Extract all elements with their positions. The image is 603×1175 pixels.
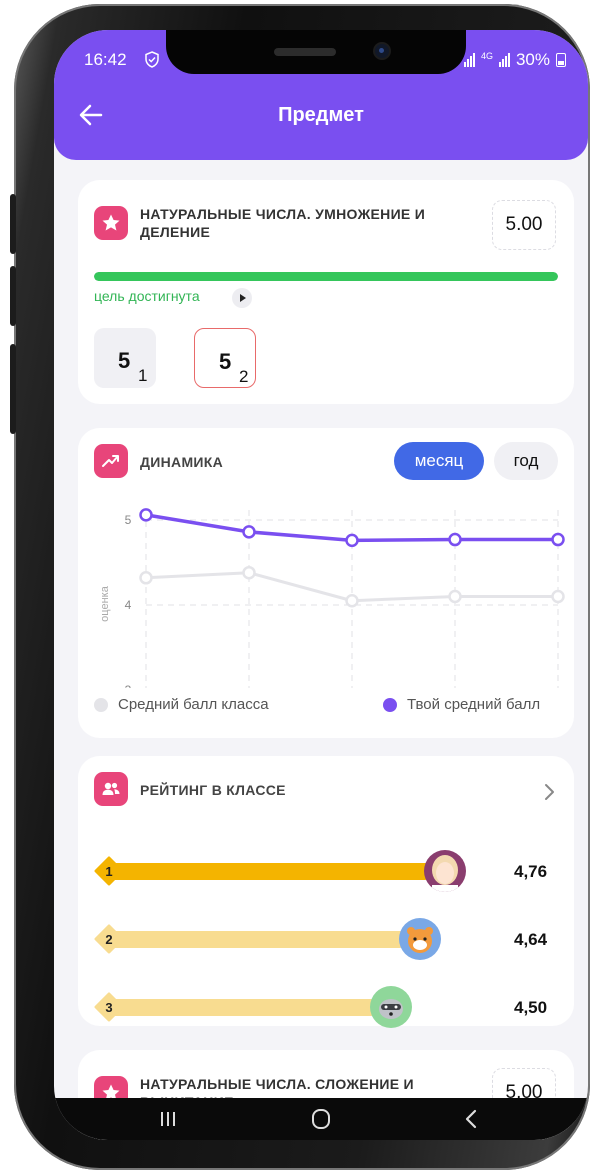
chart-y-label: оценка <box>99 585 111 622</box>
raccoon-avatar <box>370 986 412 1028</box>
screen: 16:42 4G 30% Предмет НАТУРАЛЬНЫЕ ЧИСЛА. … <box>54 30 588 1140</box>
chevron-right-icon[interactable] <box>542 782 556 802</box>
legend-dot-class <box>94 697 108 712</box>
chart-y-ticks: 3 4 5 <box>125 513 132 688</box>
camera <box>375 44 389 58</box>
rating-title: РЕЙТИНГ В КЛАССЕ <box>140 782 286 798</box>
rank-number: 2 <box>105 931 113 947</box>
signal-icon-2 <box>498 53 510 67</box>
status-icons: 4G 30% <box>463 50 566 70</box>
rank-number: 3 <box>105 999 113 1015</box>
rating-bar <box>104 931 404 948</box>
series-point-1 <box>448 589 462 604</box>
topic-card[interactable]: Натуральные числа. Умножение и деление 5… <box>78 180 574 404</box>
dynamics-chart: 345 18 сен25 сен2 окт9 окт16 окт оценка <box>99 508 565 688</box>
rating-score: 4,76 <box>514 862 548 881</box>
series-point-1 <box>345 594 359 608</box>
grade-chip[interactable]: 5 1 <box>94 328 156 388</box>
y-tick-label: 5 <box>125 513 132 527</box>
back-nav-icon[interactable] <box>452 1104 492 1134</box>
recent-apps-icon[interactable] <box>148 1104 188 1134</box>
volume-up-button <box>10 194 16 254</box>
rating-card[interactable]: РЕЙТИНГ В КЛАССЕ 1 4,76 2 4,64 3 4,50 <box>78 756 574 1028</box>
signal-icon <box>463 53 475 67</box>
grade-weight: 1 <box>138 366 148 385</box>
home-icon[interactable] <box>301 1104 341 1134</box>
notch <box>166 30 466 74</box>
y-tick-label: 3 <box>125 683 132 688</box>
page-title: Предмет <box>278 104 364 126</box>
series-point-2 <box>242 525 256 539</box>
topic-score: 5.00 <box>492 200 556 250</box>
grade-value: 5 <box>118 348 131 373</box>
tiger-avatar <box>399 918 442 960</box>
rank-number: 1 <box>105 863 113 879</box>
volume-down-button <box>10 266 16 326</box>
series-point-2 <box>551 532 565 547</box>
grade-chip-selected[interactable]: 5 2 <box>194 328 256 388</box>
series-point-2 <box>345 533 359 548</box>
legend-dot-you <box>383 697 397 712</box>
speaker <box>274 48 336 56</box>
series-point-1 <box>139 571 153 585</box>
legend-class-average: Средний балл класса <box>94 696 269 713</box>
users-icon <box>102 782 120 795</box>
grade-weight: 2 <box>239 367 249 386</box>
system-nav-bar <box>54 1098 588 1140</box>
side-key <box>10 344 16 434</box>
topic-icon <box>94 206 128 240</box>
goal-status-text: цель достигнута <box>94 288 200 304</box>
legend-your-label: Твой средний балл <box>407 696 541 713</box>
series-point-2 <box>448 532 462 547</box>
series-point-1 <box>551 589 565 604</box>
series-point-1 <box>242 565 256 580</box>
girl-avatar <box>424 850 466 892</box>
y-tick-label: 4 <box>125 598 132 612</box>
rating-score: 4,64 <box>514 930 548 949</box>
rating-icon <box>94 772 128 806</box>
network-type: 4G <box>480 51 493 61</box>
rating-bar <box>104 999 374 1016</box>
rating-score: 4,50 <box>514 998 548 1017</box>
shield-check-icon <box>145 51 159 68</box>
goal-progress-bar <box>94 272 558 281</box>
star-icon <box>102 214 120 231</box>
battery-percent: 30% <box>515 50 550 69</box>
goal-info-button[interactable] <box>232 288 252 308</box>
battery-icon <box>556 53 566 67</box>
status-time: 16:42 <box>84 50 127 69</box>
grade-value: 5 <box>219 349 232 374</box>
topic-title: Натуральные числа. Умножение и деление <box>140 206 426 240</box>
goal-progress-fill <box>94 272 558 281</box>
dynamics-card: ДИНАМИКА месяц год 345 18 сен25 сен2 окт… <box>78 428 574 738</box>
legend-class-label: Средний балл класса <box>118 696 269 713</box>
series-point-2 <box>139 508 153 522</box>
legend-your-average: Твой средний балл <box>383 696 540 713</box>
rating-bar <box>104 863 428 880</box>
